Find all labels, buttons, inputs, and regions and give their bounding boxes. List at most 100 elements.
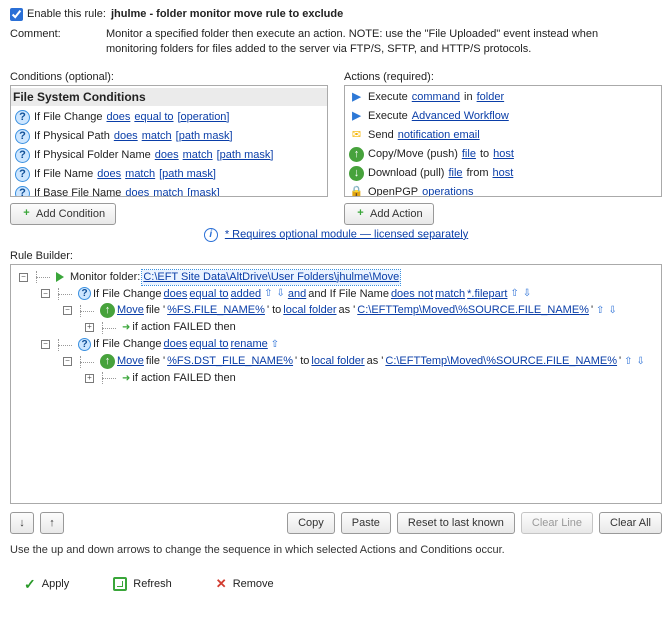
tree-connector bbox=[98, 372, 118, 384]
tree-connector bbox=[76, 305, 96, 317]
arrow-up-icon: ↑ bbox=[100, 354, 115, 369]
license-link[interactable]: * Requires optional module — licensed se… bbox=[225, 228, 468, 240]
tree-failure-branch[interactable]: + ➜ if action FAILED then bbox=[13, 319, 655, 336]
conditions-group-header: File System Conditions bbox=[11, 88, 327, 106]
add-action-button[interactable]: + Add Action bbox=[344, 203, 434, 225]
paste-button[interactable]: Paste bbox=[341, 512, 391, 534]
rule-name: jhulme - folder monitor move rule to exc… bbox=[111, 8, 343, 20]
expand-icon[interactable]: + bbox=[85, 374, 94, 383]
tree-condition[interactable]: − ? If File Change does equal to rename … bbox=[13, 336, 655, 353]
lock-icon: 🔒 bbox=[349, 185, 364, 197]
conditions-column: Conditions (optional): File System Condi… bbox=[10, 71, 328, 225]
question-icon: ? bbox=[15, 186, 30, 197]
action-item[interactable]: ✉Send notification email bbox=[349, 126, 657, 145]
rule-builder-tree[interactable]: − Monitor folder: C:\EFT Site Data\AltDr… bbox=[10, 264, 662, 504]
run-icon: ▶ bbox=[349, 90, 364, 105]
collapse-icon[interactable]: − bbox=[63, 357, 72, 366]
question-icon: ? bbox=[15, 129, 30, 144]
bottom-button-row: ↓ ↑ Copy Paste Reset to last known Clear… bbox=[10, 512, 662, 534]
x-icon: ✕ bbox=[216, 576, 227, 592]
action-item[interactable]: ▶Execute Advanced Workflow bbox=[349, 107, 657, 126]
down-arrow-icon: ↓ bbox=[19, 517, 25, 529]
tree-root-monitor[interactable]: − Monitor folder: C:\EFT Site Data\AltDr… bbox=[13, 269, 655, 286]
run-icon: ▶ bbox=[349, 109, 364, 124]
down-arrow-icon[interactable]: ⇩ bbox=[636, 355, 646, 369]
tree-connector bbox=[32, 271, 52, 283]
action-item[interactable]: 🔒OpenPGP operations bbox=[349, 183, 657, 197]
collapse-icon[interactable]: − bbox=[41, 289, 50, 298]
tree-failure-branch[interactable]: + ➜ if action FAILED then bbox=[13, 370, 655, 387]
monitor-folder-link[interactable]: C:\EFT Site Data\AltDrive\User Folders\j… bbox=[142, 270, 400, 285]
copy-button[interactable]: Copy bbox=[287, 512, 335, 534]
question-icon: ? bbox=[78, 287, 91, 300]
expand-icon[interactable]: + bbox=[85, 323, 94, 332]
tree-connector bbox=[98, 322, 118, 334]
up-arrow-icon[interactable]: ⇧ bbox=[595, 304, 605, 318]
arrow-up-icon: ↑ bbox=[349, 147, 364, 162]
conditions-label: Conditions (optional): bbox=[10, 71, 328, 83]
enable-rule-checkbox[interactable] bbox=[10, 8, 23, 21]
info-icon: i bbox=[204, 228, 218, 242]
refresh-icon bbox=[113, 577, 127, 591]
comment-text: Monitor a specified folder then execute … bbox=[106, 27, 662, 57]
collapse-icon[interactable]: − bbox=[19, 273, 28, 282]
up-arrow-icon[interactable]: ⇧ bbox=[623, 355, 633, 369]
clear-all-button[interactable]: Clear All bbox=[599, 512, 662, 534]
tree-action-move[interactable]: − ↑ Move file '%FS.DST_FILE_NAME%' to lo… bbox=[13, 353, 655, 370]
add-condition-button[interactable]: + Add Condition bbox=[10, 203, 116, 225]
arrow-down-icon: ↓ bbox=[349, 166, 364, 181]
question-icon: ? bbox=[15, 110, 30, 125]
comment-label: Comment: bbox=[10, 27, 106, 40]
reset-button[interactable]: Reset to last known bbox=[397, 512, 515, 534]
actions-listbox[interactable]: ▶Execute command in folder▶Execute Advan… bbox=[344, 85, 662, 197]
up-arrow-icon[interactable]: ⇧ bbox=[509, 287, 519, 301]
tree-action-move[interactable]: − ↑ Move file '%FS.FILE_NAME%' to local … bbox=[13, 302, 655, 319]
right-arrow-icon: ➜ bbox=[122, 372, 130, 386]
rule-editor-panel: Enable this rule: jhulme - folder monito… bbox=[0, 0, 672, 618]
move-down-button[interactable]: ↓ bbox=[10, 512, 34, 534]
plus-icon: + bbox=[355, 208, 366, 219]
condition-item[interactable]: ? If Base File Name does match [mask] bbox=[15, 184, 323, 197]
down-arrow-icon[interactable]: ⇩ bbox=[607, 304, 617, 318]
check-icon: ✓ bbox=[24, 576, 36, 593]
arrow-up-icon: ↑ bbox=[100, 303, 115, 318]
action-item[interactable]: ↑Copy/Move (push) file to host bbox=[349, 145, 657, 164]
tree-condition[interactable]: − ? If File Change does equal to added ⇧… bbox=[13, 286, 655, 303]
rule-builder-label: Rule Builder: bbox=[10, 250, 662, 262]
down-arrow-icon[interactable]: ⇩ bbox=[275, 287, 285, 301]
tree-connector bbox=[76, 356, 96, 368]
sequence-hint: Use the up and down arrows to change the… bbox=[10, 544, 662, 556]
legend-remove: ✕ Remove bbox=[216, 576, 274, 592]
legend-apply: ✓ Apply bbox=[24, 576, 69, 593]
action-item[interactable]: ↓Download (pull) file from host bbox=[349, 164, 657, 183]
move-up-button[interactable]: ↑ bbox=[40, 512, 64, 534]
collapse-icon[interactable]: − bbox=[41, 340, 50, 349]
question-icon: ? bbox=[78, 338, 91, 351]
collapse-icon[interactable]: − bbox=[63, 306, 72, 315]
license-note: i * Requires optional module — licensed … bbox=[10, 228, 662, 242]
question-icon: ? bbox=[15, 148, 30, 163]
enable-rule-label: Enable this rule: jhulme - folder monito… bbox=[27, 8, 343, 20]
play-icon bbox=[56, 272, 64, 282]
comment-row: Comment: Monitor a specified folder then… bbox=[10, 27, 662, 57]
enable-rule-row: Enable this rule: jhulme - folder monito… bbox=[10, 8, 662, 21]
condition-item[interactable]: ? If Physical Folder Name does match [pa… bbox=[15, 146, 323, 165]
condition-item[interactable]: ? If Physical Path does match [path mask… bbox=[15, 127, 323, 146]
action-item[interactable]: ▶Execute command in folder bbox=[349, 88, 657, 107]
actions-column: Actions (required): ▶Execute command in … bbox=[344, 71, 662, 225]
right-arrow-icon: ➜ bbox=[122, 321, 130, 335]
legend-refresh: Refresh bbox=[113, 577, 172, 591]
condition-item[interactable]: ? If File Name does match [path mask] bbox=[15, 165, 323, 184]
mail-icon: ✉ bbox=[349, 128, 364, 143]
up-arrow-icon[interactable]: ⇧ bbox=[263, 287, 273, 301]
condition-item[interactable]: ? If File Change does equal to [operatio… bbox=[15, 108, 323, 127]
tree-connector bbox=[54, 339, 74, 351]
up-arrow-icon[interactable]: ⇧ bbox=[270, 338, 280, 352]
plus-icon: + bbox=[21, 208, 32, 219]
up-arrow-icon: ↑ bbox=[49, 517, 55, 529]
down-arrow-icon[interactable]: ⇩ bbox=[522, 287, 532, 301]
conditions-listbox[interactable]: File System Conditions ? If File Change … bbox=[10, 85, 328, 197]
legend-row: ✓ Apply Refresh ✕ Remove bbox=[10, 576, 662, 593]
clear-line-button[interactable]: Clear Line bbox=[521, 512, 593, 534]
tree-connector bbox=[54, 288, 74, 300]
